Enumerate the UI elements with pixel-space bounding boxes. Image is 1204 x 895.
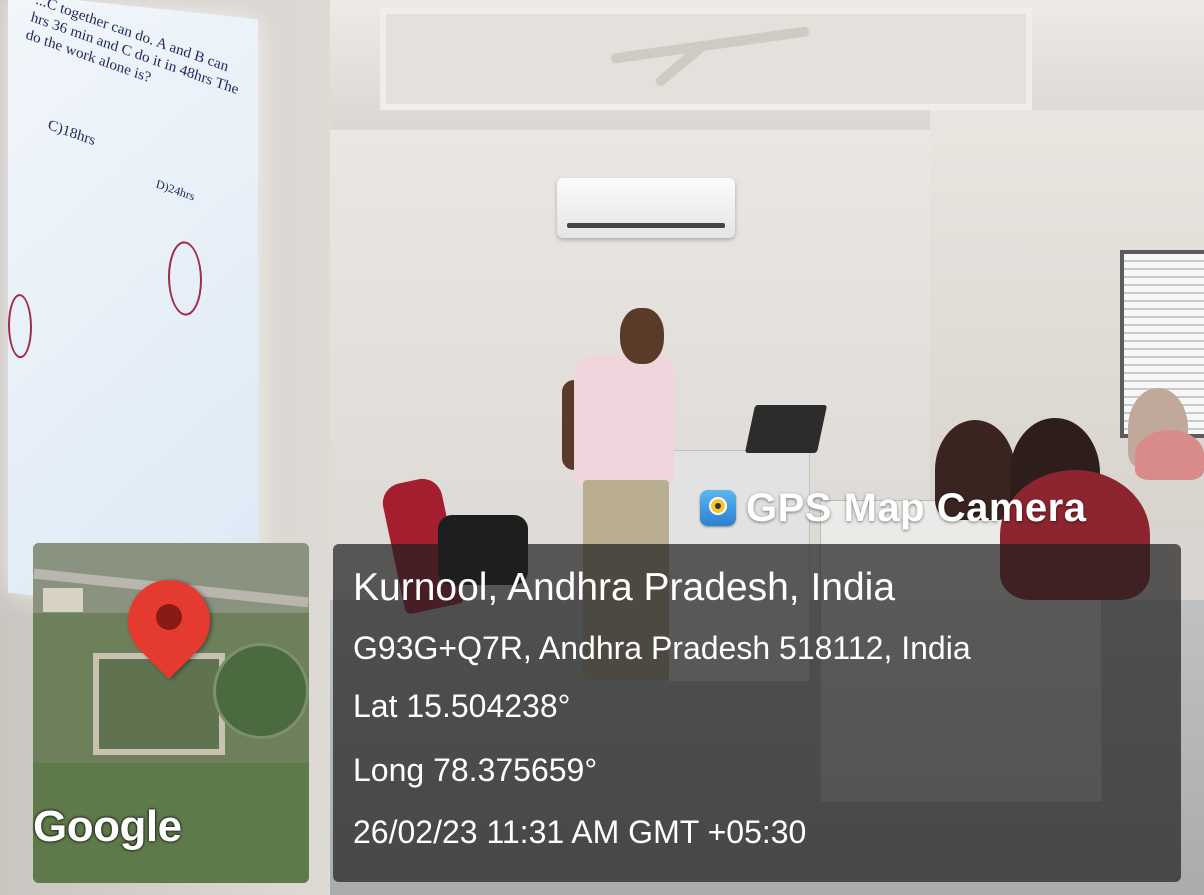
map-circle [213, 643, 309, 739]
brand-title: GPS Map Camera [746, 485, 1087, 530]
projected-slide: ...C together can do. A and B can hrs 36… [8, 0, 258, 620]
longitude-readout: Long 78.375659° [353, 752, 598, 788]
air-conditioner [557, 178, 735, 238]
gps-map-camera-icon [700, 490, 736, 526]
slide-option-c: C)18hrs [46, 117, 97, 150]
presenter-shirt [574, 355, 674, 485]
ceiling-panel [380, 8, 1032, 110]
gps-brand: GPS Map Camera [700, 482, 1086, 534]
handwritten-scribble [168, 239, 202, 318]
student [1135, 430, 1204, 480]
handwritten-scribble [8, 292, 32, 360]
laptop [744, 405, 828, 453]
latitude-readout: Lat 15.504238° [353, 688, 571, 724]
timestamp: 26/02/23 11:31 AM GMT +05:30 [353, 814, 807, 850]
map-pin-center [156, 604, 182, 630]
location-address: G93G+Q7R, Andhra Pradesh 518112, India [353, 630, 971, 666]
google-logo: Google [33, 802, 182, 851]
presenter-head [620, 308, 664, 364]
map-building [43, 588, 83, 612]
slide-option-d: D)24hrs [154, 176, 197, 204]
location-city: Kurnool, Andhra Pradesh, India [353, 566, 896, 609]
